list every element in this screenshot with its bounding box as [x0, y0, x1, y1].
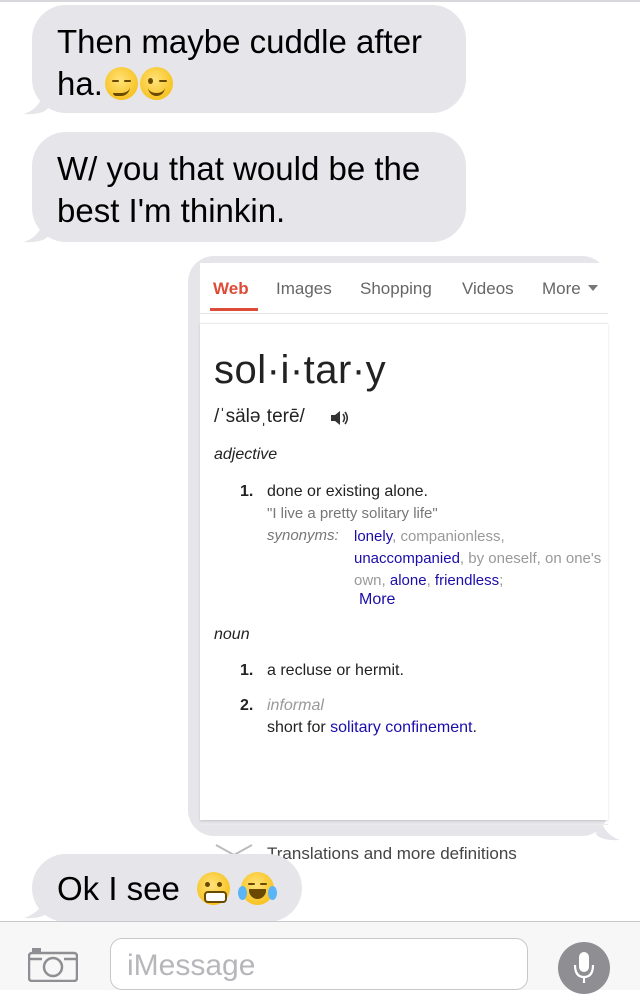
active-tab-indicator: [210, 308, 258, 311]
smirk-emoji-icon: [104, 67, 138, 100]
tab-videos[interactable]: Videos: [462, 279, 514, 299]
synonym-link[interactable]: alone: [390, 572, 427, 589]
grimace-emoji-icon: [197, 872, 231, 905]
microphone-button[interactable]: [558, 942, 610, 994]
usage-tag: informal: [267, 697, 324, 714]
part-of-speech: noun: [214, 626, 250, 643]
synonym-link[interactable]: friendless: [435, 572, 499, 589]
synonyms-list: lonely, companionless, unaccompanied, by…: [354, 528, 602, 589]
part-of-speech: adjective: [214, 446, 278, 463]
speaker-icon[interactable]: [330, 409, 350, 427]
search-tabs: Web Images Shopping Videos More: [200, 263, 608, 314]
divider: [200, 824, 608, 825]
definition-number: 2.: [240, 697, 254, 714]
message-line-with-emoji: ha.: [57, 63, 466, 105]
message-bubble-2: W/ you that would be the best I'm thinki…: [32, 132, 466, 242]
definition-number: 1.: [240, 662, 254, 679]
message-line: ha.: [57, 65, 103, 102]
definition-number: 1.: [240, 483, 254, 500]
tab-web[interactable]: Web: [213, 279, 249, 299]
top-divider: [0, 0, 640, 2]
tab-more[interactable]: More: [542, 279, 581, 299]
synonym: by oneself: [468, 550, 537, 567]
message-bubble-1: Then maybe cuddle after ha.: [32, 5, 466, 113]
synonym: companionless: [400, 528, 501, 545]
definition-link[interactable]: solitary confinement: [330, 719, 472, 736]
definition-suffix: .: [472, 719, 477, 736]
search-result-screenshot: Web Images Shopping Videos More sol·i·ta…: [200, 263, 608, 863]
message-line: best I'm thinkin.: [57, 192, 286, 229]
microphone-icon: [573, 952, 595, 983]
headword: sol·i·tar·y: [214, 348, 387, 392]
tab-shopping[interactable]: Shopping: [360, 279, 432, 299]
message-input-bar: iMessage: [0, 921, 640, 994]
dictionary-card: sol·i·tar·y /ˈsäləˌterē/ adjective 1. do…: [200, 323, 608, 863]
message-text: Ok I see: [57, 870, 180, 907]
definition-text: done or existing alone.: [267, 483, 428, 500]
tab-images[interactable]: Images: [276, 279, 332, 299]
imessage-input[interactable]: iMessage: [110, 938, 528, 990]
tears-of-joy-emoji-icon: [238, 872, 278, 905]
definition-text: a recluse or hermit.: [267, 662, 404, 679]
bubble-tail: [24, 86, 48, 115]
message-line: Then maybe cuddle after: [57, 23, 423, 60]
translations-link[interactable]: Translations and more definitions: [267, 844, 517, 864]
camera-icon[interactable]: [28, 946, 78, 982]
chevron-down-icon: [588, 285, 598, 291]
synonym-link[interactable]: unaccompanied: [354, 550, 460, 567]
more-synonyms-link[interactable]: More: [359, 591, 395, 609]
bubble-tail: [24, 214, 48, 243]
definition-text: short for solitary confinement.: [267, 719, 477, 737]
definition-prefix: short for: [267, 719, 326, 736]
wink-emoji-icon: [139, 67, 173, 100]
synonym-link[interactable]: lonely: [354, 528, 392, 545]
message-bubble-3: Ok I see: [32, 854, 302, 922]
pronunciation: /ˈsäləˌterē/: [214, 406, 305, 427]
message-line: W/ you that would be the: [57, 150, 421, 187]
synonyms-label: synonyms:: [267, 527, 339, 544]
example-sentence: "I live a pretty solitary life": [267, 505, 438, 522]
